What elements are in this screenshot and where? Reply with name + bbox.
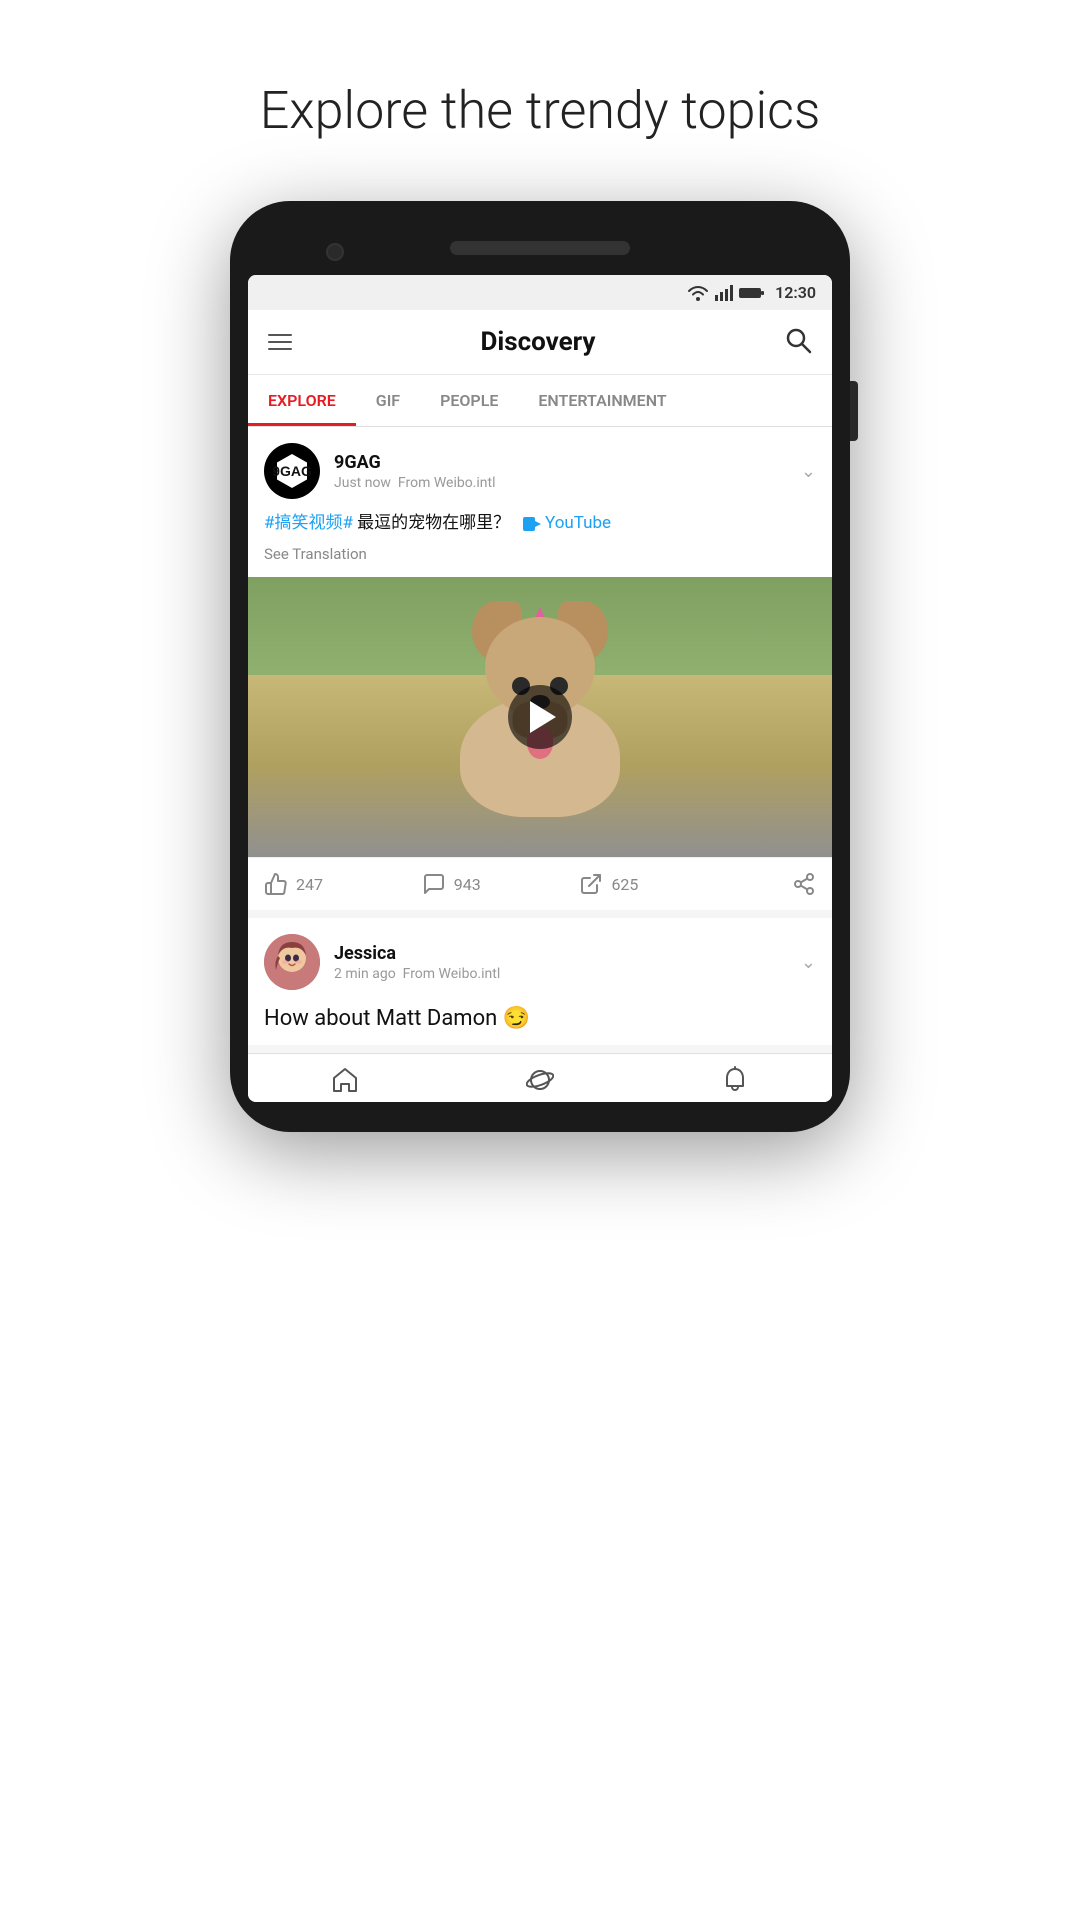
phone-frame: 12:30 Discovery EXPLORE: [230, 201, 850, 1132]
comment-button[interactable]: 943: [422, 872, 580, 896]
wifi-icon: [687, 285, 709, 301]
post-1-chevron[interactable]: ⌄: [801, 461, 816, 482]
avatar-jessica: [264, 934, 320, 990]
video-thumbnail-container[interactable]: [248, 577, 832, 857]
repost-count: 625: [611, 875, 638, 894]
home-icon: [331, 1066, 359, 1094]
repost-button[interactable]: 625: [579, 872, 737, 896]
svg-text:9GAG: 9GAG: [273, 463, 311, 479]
post-2-author: Jessica: [334, 943, 801, 964]
post-2-time-source: 2 min ago From Weibo.intl: [334, 966, 801, 982]
bottom-nav: [248, 1053, 832, 1102]
post-2-chevron[interactable]: ⌄: [801, 952, 816, 973]
screen: 12:30 Discovery EXPLORE: [248, 275, 832, 1102]
repost-icon: [579, 872, 603, 896]
post-card-1: 9GAG 9GAG Just now From Weibo.intl ⌄ #搞笑…: [248, 427, 832, 910]
signal-icon: [715, 285, 733, 301]
app-bar: Discovery: [248, 310, 832, 375]
thumbs-up-icon: [264, 872, 288, 896]
tabs-bar: EXPLORE GIF PEOPLE ENTERTAINMENT: [248, 375, 832, 427]
post-1-youtube[interactable]: YouTube: [545, 513, 611, 533]
page-title: Explore the trendy topics: [260, 80, 821, 141]
post-2-content: How about Matt Damon 😏: [248, 1002, 832, 1045]
post-1-hashtag[interactable]: #搞笑视频#: [264, 513, 353, 533]
tab-people[interactable]: PEOPLE: [420, 375, 518, 426]
comment-count: 943: [454, 875, 481, 894]
jessica-avatar-img: [264, 934, 320, 990]
phone-speaker: [450, 241, 630, 255]
play-button[interactable]: [508, 685, 572, 749]
status-icons: 12:30: [687, 283, 816, 302]
post-1-time-source: Just now From Weibo.intl: [334, 475, 801, 491]
menu-button[interactable]: [268, 334, 292, 350]
nav-discover[interactable]: [443, 1066, 638, 1094]
post-1-meta: 9GAG Just now From Weibo.intl: [334, 452, 801, 491]
share-button[interactable]: [737, 872, 816, 896]
share-icon: [792, 872, 816, 896]
like-count: 247: [296, 875, 323, 894]
tab-explore[interactable]: EXPLORE: [248, 375, 356, 426]
avatar-9gag: 9GAG: [264, 443, 320, 499]
status-time: 12:30: [775, 283, 816, 302]
post-1-actions: 247 943 625: [248, 857, 832, 910]
comment-icon: [422, 872, 446, 896]
app-bar-title: Discovery: [292, 327, 784, 357]
tab-entertainment[interactable]: ENTERTAINMENT: [518, 375, 686, 426]
like-button[interactable]: 247: [264, 872, 422, 896]
post-2-text: How about Matt Damon 😏: [264, 1006, 530, 1031]
search-button[interactable]: [784, 326, 812, 358]
battery-icon: [739, 286, 765, 300]
post-card-2: Jessica 2 min ago From Weibo.intl ⌄ How …: [248, 918, 832, 1045]
nav-home[interactable]: [248, 1066, 443, 1094]
tab-gif[interactable]: GIF: [356, 375, 420, 426]
bell-icon: [721, 1066, 749, 1094]
post-2-meta: Jessica 2 min ago From Weibo.intl: [334, 943, 801, 982]
post-1-content: #搞笑视频# 最逗的宠物在哪里？ YouTube See Translation: [248, 511, 832, 577]
side-button: [850, 381, 858, 441]
9gag-logo: 9GAG: [273, 452, 311, 490]
post-1-header: 9GAG 9GAG Just now From Weibo.intl ⌄: [248, 427, 832, 511]
feed: 9GAG 9GAG Just now From Weibo.intl ⌄ #搞笑…: [248, 427, 832, 1045]
post-1-translation[interactable]: See Translation: [264, 543, 816, 566]
post-2-header: Jessica 2 min ago From Weibo.intl ⌄: [248, 918, 832, 1002]
phone-camera: [326, 243, 344, 261]
video-icon: [523, 517, 541, 531]
nav-notifications[interactable]: [637, 1066, 832, 1094]
post-1-text-cn: 最逗的宠物在哪里？: [357, 513, 510, 533]
status-bar: 12:30: [248, 275, 832, 310]
planet-icon: [526, 1066, 554, 1094]
post-1-author: 9GAG: [334, 452, 801, 473]
